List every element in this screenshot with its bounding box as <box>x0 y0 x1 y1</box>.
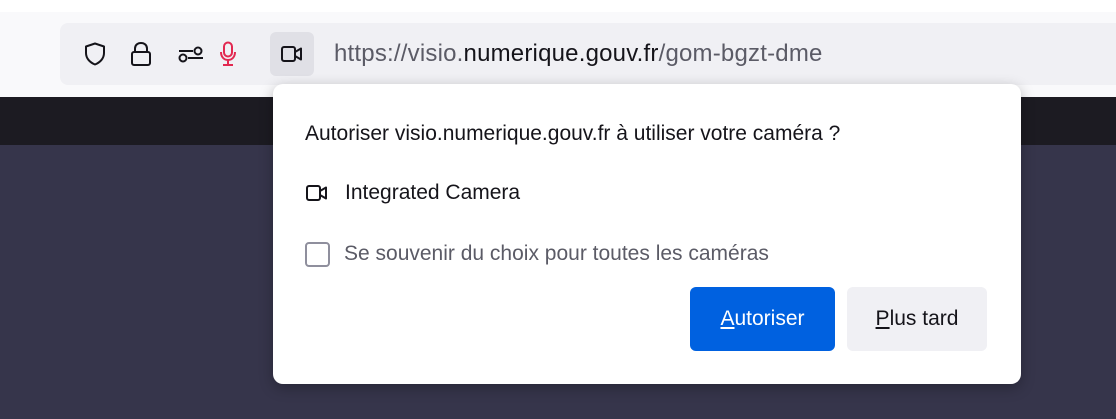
device-row: Integrated Camera <box>305 178 520 208</box>
url-path: /gom-bgzt-dme <box>658 40 823 67</box>
device-label: Integrated Camera <box>345 181 521 204</box>
allow-label: utoriser <box>734 307 805 330</box>
camera-icon[interactable] <box>270 32 314 76</box>
url-prefix: https://visio. <box>334 40 464 67</box>
allow-accesskey: A <box>720 307 735 330</box>
tab-strip-edge <box>0 0 1116 12</box>
later-accesskey: P <box>875 307 890 330</box>
permission-title: Autoriser visio.numerique.gouv.fr à util… <box>305 122 841 145</box>
microphone-icon[interactable] <box>214 23 242 85</box>
remember-checkbox[interactable] <box>305 241 330 267</box>
camera-icon <box>305 183 329 203</box>
remember-label[interactable]: Se souvenir du choix pour toutes les cam… <box>344 242 769 266</box>
camera-permission-panel: Autoriser visio.numerique.gouv.fr à util… <box>273 84 1021 384</box>
url-text[interactable]: https://visio. numerique.gouv.fr/gom-bgzt… <box>334 23 823 85</box>
later-button[interactable]: Plus tard <box>847 287 987 351</box>
allow-button[interactable]: Autoriser <box>690 287 835 351</box>
url-bar[interactable]: https://visio. numerique.gouv.fr/gom-bgzt… <box>60 23 1116 85</box>
permissions-icon[interactable] <box>174 23 208 85</box>
lock-icon[interactable] <box>126 23 156 85</box>
shield-icon[interactable] <box>78 23 112 85</box>
browser-toolbar: https://visio. numerique.gouv.fr/gom-bgzt… <box>0 0 1116 97</box>
later-label: lus tard <box>889 307 959 330</box>
url-host: numerique.gouv.fr <box>463 40 659 67</box>
remember-choice-row[interactable]: Se souvenir du choix pour toutes les cam… <box>305 239 769 269</box>
